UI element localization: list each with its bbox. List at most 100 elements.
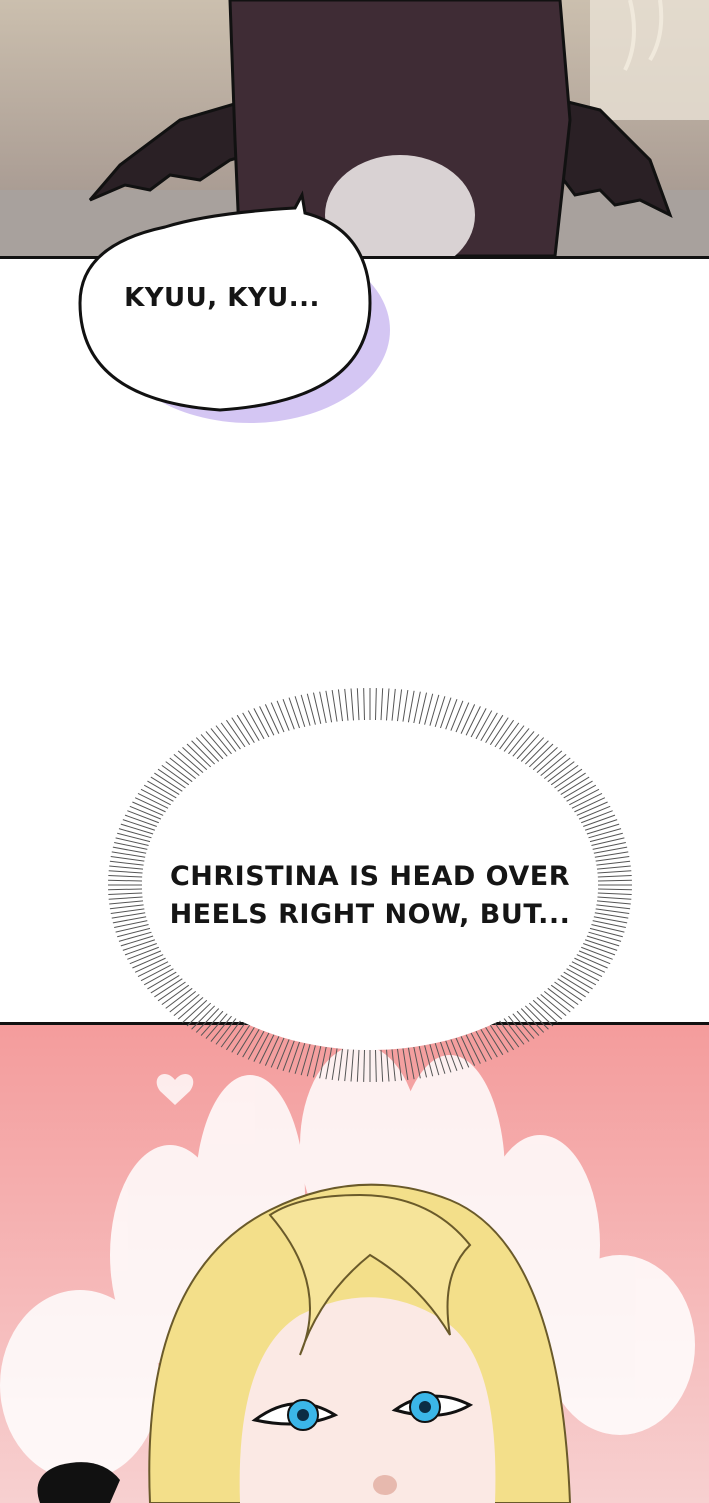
thought-ray bbox=[450, 700, 464, 731]
thought-ray bbox=[177, 750, 204, 774]
thought-ray bbox=[115, 837, 149, 846]
thought-ray bbox=[540, 994, 567, 1017]
thought-ray bbox=[407, 1047, 415, 1080]
thought-ray bbox=[536, 996, 563, 1020]
thought-ray bbox=[110, 908, 145, 914]
thought-ray bbox=[407, 690, 415, 723]
thought-ray bbox=[439, 1041, 452, 1073]
thought-ray bbox=[282, 698, 295, 730]
thought-ray bbox=[363, 1049, 365, 1082]
thought-ray bbox=[584, 819, 618, 831]
thought-ray bbox=[337, 689, 344, 722]
thought-ray bbox=[312, 692, 322, 725]
thought-ray bbox=[331, 1048, 338, 1081]
thought-ray bbox=[418, 1045, 428, 1078]
thought-ray bbox=[439, 697, 452, 729]
thought-ray bbox=[115, 924, 149, 933]
thought-ray bbox=[124, 814, 157, 827]
thought-ray bbox=[120, 935, 154, 947]
thought-ray bbox=[386, 688, 390, 721]
thought-ray bbox=[465, 1034, 481, 1064]
thought-ray bbox=[588, 828, 622, 839]
thought-ray bbox=[591, 837, 625, 846]
window-light bbox=[590, 0, 709, 120]
thought-ray bbox=[169, 991, 197, 1013]
thought-ray bbox=[597, 896, 632, 900]
thought-ray bbox=[380, 688, 384, 721]
thought-ray bbox=[253, 708, 270, 738]
thought-ray bbox=[455, 1037, 470, 1068]
thought-ray bbox=[396, 1048, 403, 1081]
thought-ray bbox=[413, 691, 421, 724]
thought-ray bbox=[418, 692, 428, 725]
thought-ray bbox=[584, 939, 618, 951]
thought-ray bbox=[270, 702, 285, 733]
thought-ray bbox=[173, 994, 200, 1017]
thought-ray bbox=[108, 870, 143, 874]
thought-ray bbox=[595, 856, 630, 862]
thought-ray bbox=[402, 689, 409, 722]
thought-ray bbox=[282, 1040, 295, 1072]
thought-ray bbox=[259, 1034, 275, 1064]
thought-ray bbox=[122, 939, 156, 951]
thought-ray bbox=[596, 900, 631, 905]
thought-ray bbox=[120, 823, 154, 835]
thought-ray bbox=[363, 688, 365, 721]
thought-ray bbox=[596, 904, 631, 910]
thought-bubble-text: CHRISTINA IS HEAD OVER HEELS RIGHT NOW, … bbox=[169, 861, 571, 930]
thought-ray bbox=[597, 888, 632, 891]
thought-ray bbox=[350, 688, 354, 721]
thought-ray bbox=[122, 819, 156, 831]
thought-ray bbox=[586, 823, 620, 835]
thought-ray bbox=[118, 828, 152, 839]
thought-ray bbox=[470, 708, 487, 738]
thought-ray bbox=[386, 1049, 390, 1082]
thought-ray bbox=[109, 900, 144, 905]
thought-ray bbox=[460, 704, 476, 734]
thought-ray bbox=[264, 704, 280, 734]
thought-ray bbox=[402, 1048, 409, 1081]
thought-ray bbox=[253, 1032, 270, 1062]
thought-ray bbox=[595, 908, 630, 914]
thought-ray bbox=[460, 1036, 476, 1066]
thought-ray bbox=[344, 688, 349, 721]
thought-ray bbox=[540, 753, 567, 776]
thought-ray bbox=[583, 943, 616, 956]
thought-ray bbox=[465, 706, 481, 736]
thought-ray bbox=[270, 1037, 285, 1068]
thought-ray bbox=[118, 931, 152, 942]
thought-ray bbox=[259, 706, 275, 736]
thought-ray bbox=[543, 991, 571, 1013]
thought-ray bbox=[597, 870, 632, 874]
thought-ray bbox=[596, 865, 631, 870]
thought-ray bbox=[319, 691, 327, 724]
thought-ray bbox=[591, 924, 625, 933]
thought-ray bbox=[109, 860, 144, 866]
thought-ray bbox=[177, 996, 204, 1020]
thought-ray bbox=[108, 879, 143, 882]
thought-ray bbox=[344, 1049, 349, 1082]
thought-ray bbox=[356, 1049, 360, 1082]
thought-ray bbox=[445, 698, 458, 730]
thought-ray bbox=[319, 1046, 327, 1079]
thought-ray bbox=[276, 1039, 290, 1070]
thought-ray bbox=[470, 1032, 487, 1062]
thought-ray bbox=[450, 1039, 464, 1070]
thought-ray bbox=[586, 935, 620, 947]
thought-ray bbox=[375, 1049, 377, 1082]
christina-illustration bbox=[0, 1025, 709, 1503]
thought-ray bbox=[173, 753, 200, 776]
thought-ray bbox=[391, 688, 396, 721]
thought-ray bbox=[288, 1041, 301, 1073]
thought-ray bbox=[124, 943, 157, 956]
thought-ray bbox=[445, 1040, 458, 1072]
thought-ray bbox=[117, 832, 151, 843]
thought-ray bbox=[108, 874, 143, 878]
thought-ray bbox=[288, 697, 301, 729]
thought-ray bbox=[380, 1049, 384, 1082]
thought-ray bbox=[110, 856, 145, 862]
thought-ray bbox=[108, 888, 143, 891]
thought-ray bbox=[331, 689, 338, 722]
nose bbox=[373, 1475, 397, 1495]
thought-ray bbox=[169, 757, 197, 779]
